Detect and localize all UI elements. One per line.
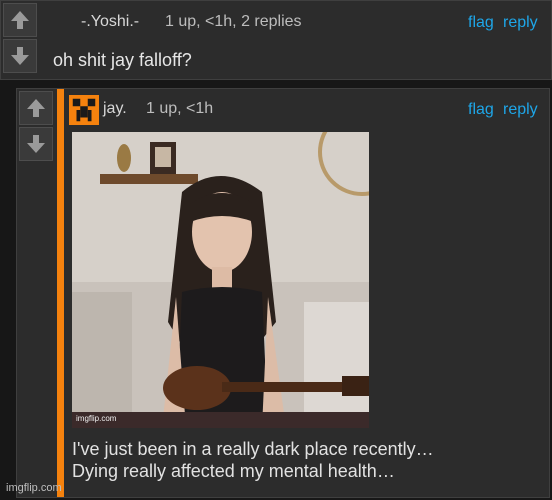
flag-link[interactable]: flag <box>468 101 494 119</box>
reply-link[interactable]: reply <box>503 101 538 119</box>
comment-body: oh shit jay falloff? <box>53 50 192 70</box>
comment-jay: jay. 1 up, <1h flag reply imgflip.com I'… <box>16 88 550 498</box>
vote-column <box>19 91 55 163</box>
flag-link[interactable]: flag <box>468 14 494 32</box>
comment-username[interactable]: -.Yoshi.- <box>81 13 139 31</box>
upvote-button[interactable] <box>19 91 53 125</box>
thread-stripe <box>57 89 64 497</box>
upvote-button[interactable] <box>3 3 37 37</box>
downvote-button[interactable] <box>3 39 37 73</box>
site-watermark: imgflip.com <box>6 482 62 494</box>
arrow-up-icon <box>27 99 45 117</box>
image-watermark: imgflip.com <box>76 414 117 423</box>
comment-image[interactable]: imgflip.com <box>72 132 369 428</box>
comment-username[interactable]: jay. <box>103 100 127 118</box>
reply-link[interactable]: reply <box>503 14 538 32</box>
downvote-button[interactable] <box>19 127 53 161</box>
pixel-creeper-avatar <box>69 95 99 125</box>
arrow-down-icon <box>27 135 45 153</box>
comment-yoshi: -.Yoshi.- 1 up, <1h, 2 replies flag repl… <box>0 0 552 80</box>
user-avatar[interactable] <box>69 95 99 125</box>
meme-photo-illustration <box>72 132 369 428</box>
comment-meta: 1 up, <1h, 2 replies <box>165 13 302 30</box>
caption-line-2: Dying really affected my mental health… <box>72 461 395 481</box>
comment-meta: 1 up, <1h <box>146 100 214 117</box>
vote-column <box>3 3 39 75</box>
arrow-up-icon <box>11 11 29 29</box>
arrow-down-icon <box>11 47 29 65</box>
caption-line-1: I've just been in a really dark place re… <box>72 439 434 459</box>
